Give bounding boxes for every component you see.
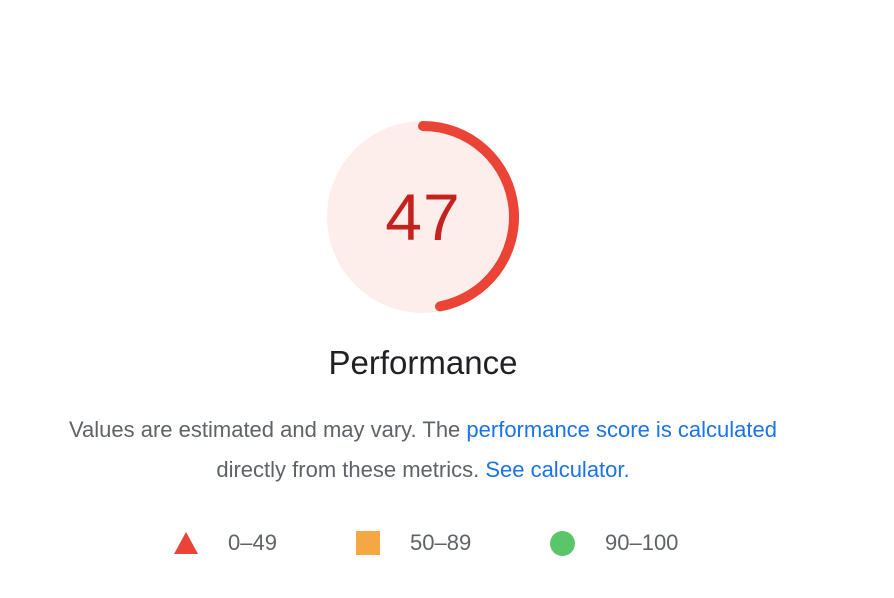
description-text-2: directly from these metrics. <box>216 457 486 482</box>
legend-item-pass: 90–100 <box>550 528 678 558</box>
performance-score-gauge: 47 <box>327 121 519 313</box>
category-title: Performance <box>328 344 518 381</box>
score-description: Values are estimated and may vary. The p… <box>0 410 846 490</box>
see-calculator-link[interactable]: See calculator. <box>485 457 629 482</box>
description-text-1: Values are estimated and may vary. The <box>68 417 467 442</box>
fail-triangle-icon <box>174 532 198 554</box>
legend-label-pass: 90–100 <box>605 530 679 555</box>
average-square-icon <box>356 531 380 555</box>
pass-circle-icon <box>550 530 575 556</box>
legend-item-average: 50–89 <box>356 528 471 558</box>
score-value: 47 <box>385 180 461 254</box>
performance-score-link[interactable]: performance score is calculated <box>466 417 777 442</box>
legend-label-average: 50–89 <box>410 530 472 555</box>
legend-item-fail: 0–49 <box>174 528 277 558</box>
legend-label-fail: 0–49 <box>228 530 277 555</box>
